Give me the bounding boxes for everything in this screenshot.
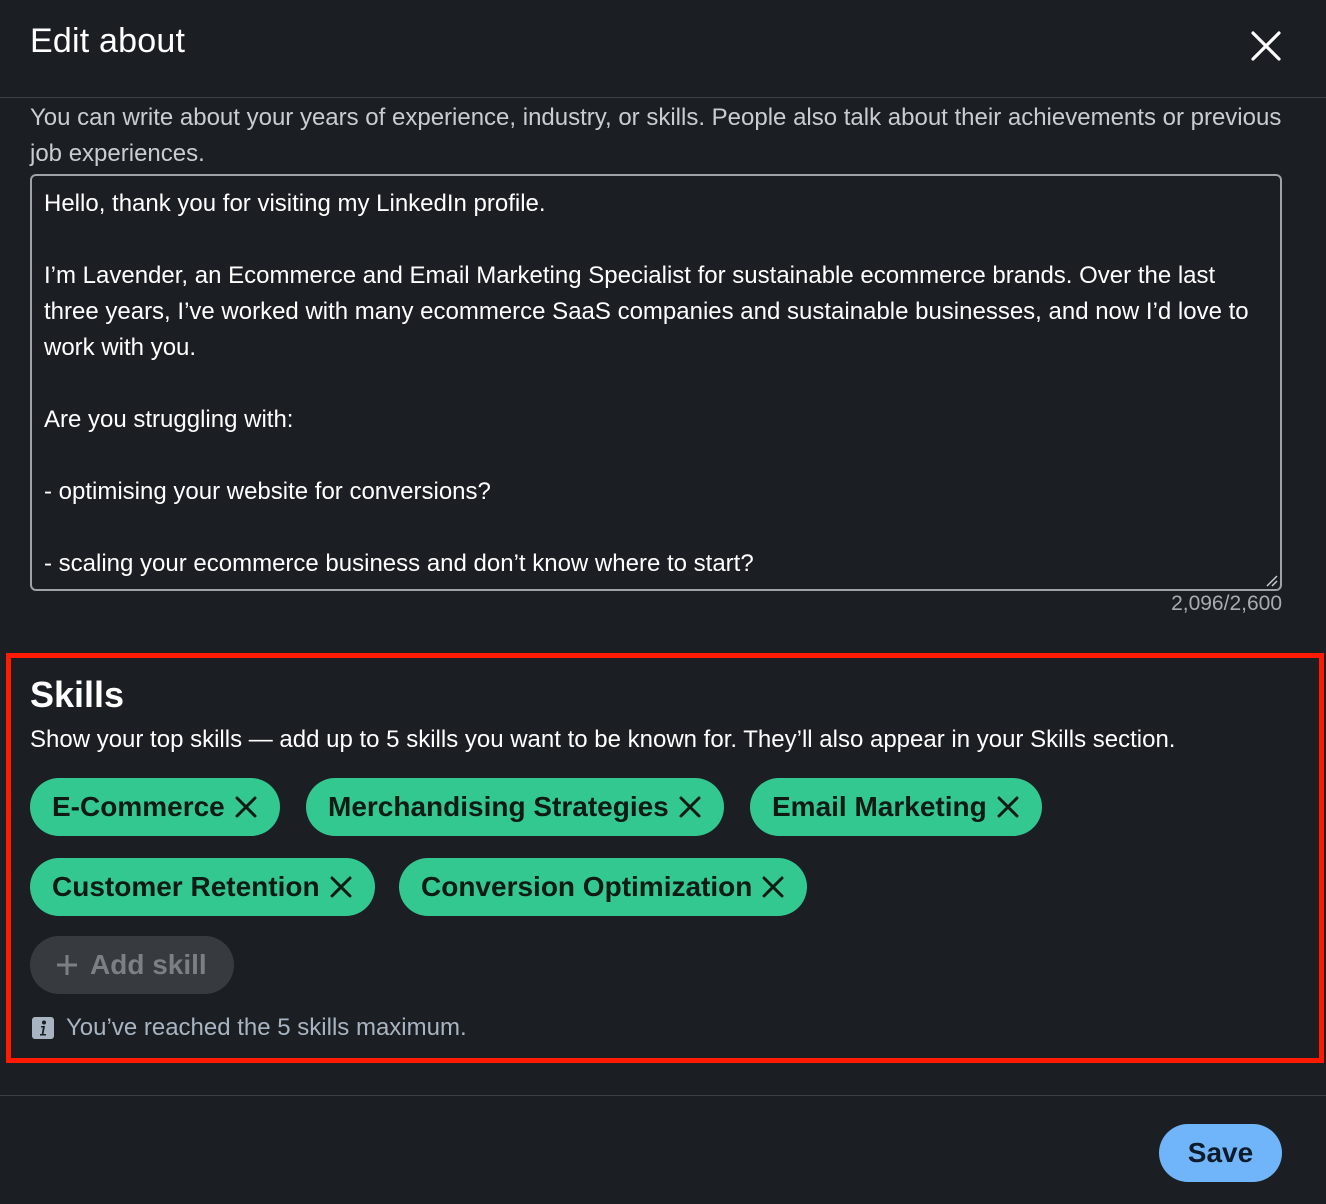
- resize-handle-icon[interactable]: [1264, 573, 1278, 587]
- skill-pill[interactable]: E-Commerce: [30, 778, 280, 836]
- skill-pill-label: Customer Retention: [52, 871, 320, 902]
- dialog-title: Edit about: [30, 22, 186, 60]
- add-skill-label: Add skill: [90, 949, 207, 980]
- remove-skill-icon[interactable]: [996, 795, 1020, 819]
- skills-limit-note: You’ve reached the 5 skills maximum.: [32, 1014, 467, 1042]
- about-textarea-value: Hello, thank you for visiting my LinkedI…: [44, 190, 1249, 577]
- info-icon: [32, 1017, 54, 1039]
- skill-pill-label: E-Commerce: [52, 791, 225, 822]
- close-button[interactable]: [1246, 26, 1286, 66]
- skill-pill-label: Conversion Optimization: [421, 871, 753, 902]
- skills-title: Skills: [30, 674, 125, 715]
- skill-pill[interactable]: Conversion Optimization: [399, 858, 808, 916]
- save-button[interactable]: Save: [1159, 1124, 1282, 1182]
- skills-limit-text: You’ve reached the 5 skills maximum.: [66, 1014, 467, 1041]
- skill-pill-label: Merchandising Strategies: [328, 791, 669, 822]
- skill-pill[interactable]: Merchandising Strategies: [306, 778, 724, 836]
- character-count: 2,096/2,600: [1171, 592, 1282, 615]
- add-skill-button[interactable]: Add skill: [30, 936, 234, 994]
- skill-pill-label: Email Marketing: [772, 791, 987, 822]
- remove-skill-icon[interactable]: [678, 795, 702, 819]
- skills-section: Skills Show your top skills — add up to …: [6, 653, 1324, 1063]
- skill-pill[interactable]: Customer Retention: [30, 858, 375, 916]
- edit-about-dialog: Edit about You can write about your year…: [0, 0, 1326, 1204]
- remove-skill-icon[interactable]: [761, 875, 785, 899]
- close-icon: [1251, 31, 1281, 61]
- remove-skill-icon[interactable]: [234, 795, 258, 819]
- about-textarea[interactable]: Hello, thank you for visiting my LinkedI…: [30, 174, 1282, 591]
- footer-divider: [0, 1095, 1326, 1096]
- dialog-header: Edit about: [0, 0, 1326, 98]
- plus-icon: [57, 955, 77, 975]
- remove-skill-icon[interactable]: [329, 875, 353, 899]
- skills-description: Show your top skills — add up to 5 skill…: [30, 726, 1176, 753]
- about-intro-text: You can write about your years of experi…: [30, 104, 1282, 167]
- skill-pill[interactable]: Email Marketing: [750, 778, 1042, 836]
